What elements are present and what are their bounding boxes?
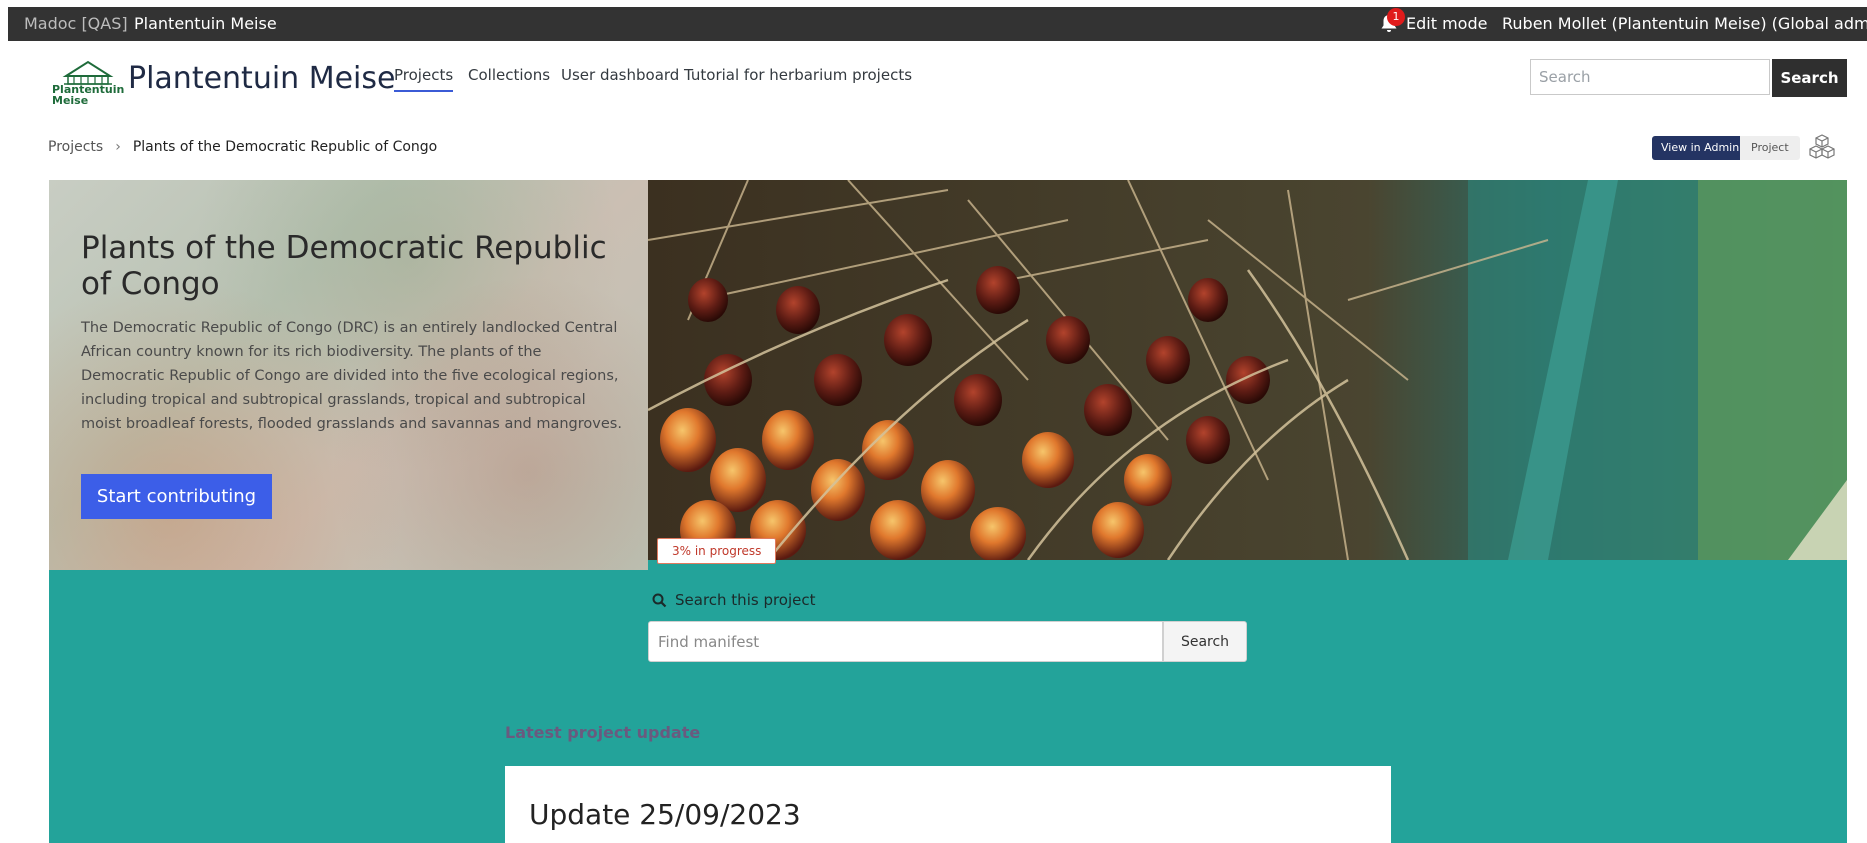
- project-description: The Democratic Republic of Congo (DRC) i…: [81, 320, 622, 432]
- search-icon: [652, 593, 667, 608]
- admin-topbar: Madoc [QAS] Plantentuin Meise 1 Edit mod…: [8, 7, 1867, 41]
- logo-text: Plantentuin Meise: [52, 84, 124, 106]
- site-label[interactable]: Madoc [QAS]: [24, 14, 128, 33]
- user-menu[interactable]: Ruben Mollet (Plantentuin Meise) (Global…: [1502, 14, 1867, 33]
- latest-update-heading: Latest project update: [505, 723, 701, 742]
- start-contributing-button[interactable]: Start contributing: [81, 474, 272, 519]
- notification-badge: 1: [1387, 8, 1405, 26]
- hero-image: [648, 180, 1847, 560]
- nav-collections[interactable]: Collections: [468, 66, 550, 84]
- manifest-search-button[interactable]: Search: [1163, 621, 1247, 662]
- project-type-pill[interactable]: Project: [1740, 136, 1800, 160]
- project-title: Plants of the Democratic Republic of Con…: [81, 230, 607, 302]
- manifest-search-input[interactable]: [648, 621, 1163, 662]
- nav-projects[interactable]: Projects: [394, 66, 454, 92]
- header-search-button[interactable]: Search: [1772, 59, 1847, 97]
- breadcrumb-projects[interactable]: Projects: [48, 139, 103, 155]
- site-name-link[interactable]: Plantentuin Meise: [134, 14, 277, 33]
- breadcrumb-current: Plants of the Democratic Republic of Con…: [132, 139, 438, 155]
- edit-mode-toggle[interactable]: Edit mode: [1406, 14, 1487, 33]
- update-card: Update 25/09/2023: [505, 766, 1391, 843]
- project-hero: Plants of the Democratic Republic of Con…: [49, 180, 1847, 843]
- nav-tutorial[interactable]: Tutorial for herbarium projects: [684, 66, 912, 84]
- logo-line-2: Meise: [52, 94, 89, 107]
- search-label-text: Search this project: [675, 591, 816, 609]
- site-title[interactable]: Plantentuin Meise: [128, 61, 395, 96]
- user-name: Ruben Mollet (Plantentuin Meise) (Global…: [1502, 14, 1867, 33]
- update-title: Update 25/09/2023: [529, 798, 801, 831]
- breadcrumb: Projects › Plants of the Democratic Republ…: [48, 139, 437, 155]
- view-in-admin-button[interactable]: View in Admin: [1652, 136, 1749, 160]
- header-search-input[interactable]: [1530, 59, 1770, 95]
- chevron-right-icon: ›: [115, 139, 121, 155]
- progress-badge: 3% in progress: [657, 538, 777, 564]
- nav-user-dashboard[interactable]: User dashboard: [561, 66, 679, 84]
- cubes-icon[interactable]: [1808, 133, 1836, 161]
- project-search-label: Search this project: [652, 591, 816, 609]
